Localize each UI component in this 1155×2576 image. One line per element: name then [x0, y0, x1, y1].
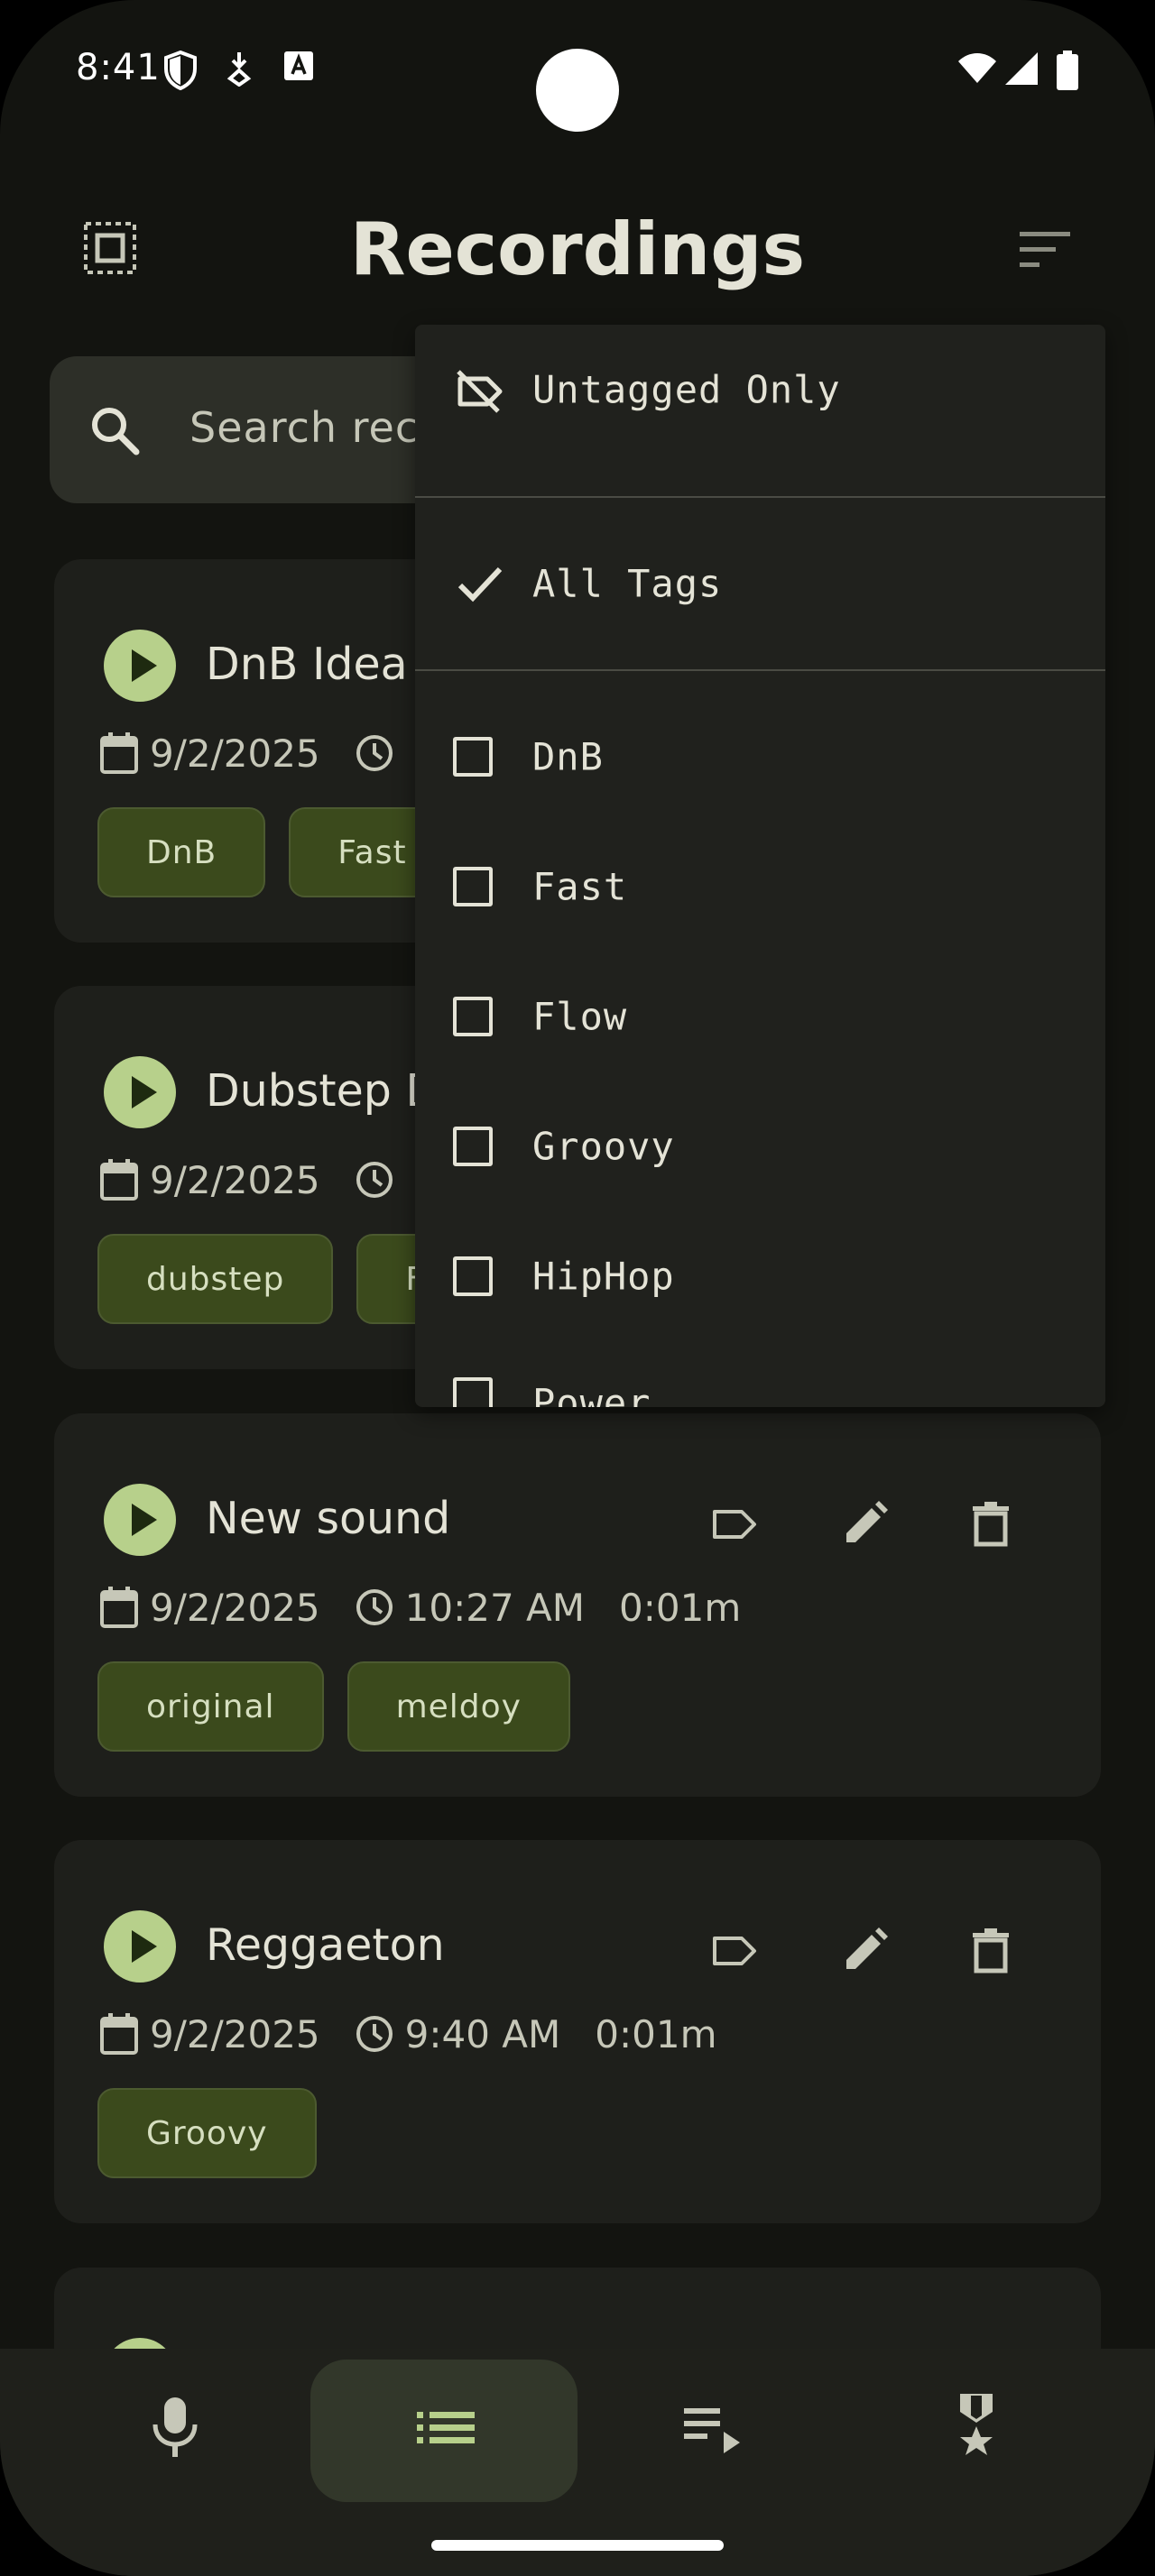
military-medal-icon	[960, 2394, 993, 2455]
tag-chip[interactable]: meldoy	[346, 1661, 570, 1752]
menu-item-label: Power	[532, 1381, 651, 1407]
clock-icon	[356, 1162, 393, 1198]
play-button[interactable]	[104, 630, 176, 702]
search-icon	[92, 408, 140, 455]
camera-cutout	[536, 49, 619, 132]
menu-item-label: Flow	[532, 994, 628, 1039]
recording-date: 9/2/2025	[150, 1585, 320, 1630]
edit-icon[interactable]	[839, 1926, 890, 1976]
recording-meta: 9/2/2025	[99, 726, 405, 780]
calendar-icon	[100, 2013, 138, 2055]
recording-card[interactable]: Reggaeton 9/2/2025 9:40 AM 0:01m Groovy	[54, 1840, 1101, 2223]
checkbox[interactable]	[453, 867, 493, 906]
nav-record[interactable]	[43, 2349, 310, 2493]
wifi-icon	[958, 53, 996, 83]
menu-item-label: Fast	[532, 864, 628, 909]
recording-duration: 0:01m	[595, 2011, 717, 2056]
tag-chip[interactable]: DnB	[97, 807, 266, 897]
phone-screen: 8:41 Recordings Search recordings DnB Id…	[0, 0, 1155, 2576]
status-time: 8:41	[76, 47, 161, 88]
menu-item-label: Untagged Only	[532, 367, 841, 412]
menu-item-tag[interactable]: Flow	[415, 952, 1105, 1081]
microphone-icon	[152, 2397, 198, 2457]
menu-item-tag[interactable]: DnB	[415, 692, 1105, 822]
signal-icon	[1005, 52, 1038, 85]
home-indicator	[431, 2540, 724, 2551]
clock-icon	[356, 735, 393, 771]
nav-achievements[interactable]	[845, 2349, 1112, 2493]
calendar-icon	[100, 1587, 138, 1628]
nav-playlists[interactable]	[578, 2349, 845, 2493]
tag-list: DnB Fast	[97, 807, 456, 897]
recording-time: 10:27 AM	[404, 1585, 585, 1630]
tag-chip[interactable]: original	[97, 1661, 324, 1752]
checkbox[interactable]	[453, 1127, 493, 1166]
menu-item-label: HipHop	[532, 1254, 675, 1299]
clock-icon	[356, 2016, 393, 2052]
clock-icon	[356, 1589, 393, 1625]
tag-icon[interactable]	[709, 1499, 760, 1550]
sort-filter-icon[interactable]	[1018, 230, 1072, 270]
recording-meta: 9/2/2025 9:40 AM 0:01m	[99, 2007, 717, 2061]
list-icon	[417, 2412, 475, 2443]
playlist-play-icon	[684, 2408, 740, 2453]
play-button[interactable]	[104, 1056, 176, 1128]
menu-item-tag[interactable]: Groovy	[415, 1081, 1105, 1211]
calendar-icon	[100, 732, 138, 774]
play-button[interactable]	[104, 1484, 176, 1556]
tag-list: original meldoy	[97, 1661, 570, 1752]
tag-icon[interactable]	[709, 1926, 760, 1976]
tag-off-icon	[457, 370, 503, 413]
calendar-icon	[100, 1159, 138, 1201]
menu-item-tag[interactable]: Power	[415, 1341, 1105, 1407]
menu-item-label: Groovy	[532, 1124, 675, 1169]
menu-item-label: All Tags	[532, 561, 723, 606]
recording-title: Dubstep D	[206, 1065, 440, 1117]
recording-title: DnB Idea	[206, 639, 408, 690]
delete-icon[interactable]	[966, 1926, 1016, 1976]
menu-item-tag[interactable]: Fast	[415, 822, 1105, 952]
recording-date: 9/2/2025	[150, 2011, 320, 2056]
menu-divider	[415, 669, 1105, 671]
status-bar: 8:41	[0, 0, 1155, 144]
checkbox[interactable]	[453, 1256, 493, 1296]
delete-icon[interactable]	[966, 1499, 1016, 1550]
page-title: Recordings	[349, 207, 806, 291]
menu-item-all-tags[interactable]: All Tags	[415, 519, 1105, 649]
tag-filter-menu: Untagged Only All Tags DnB Fast Flow Gro…	[415, 325, 1105, 1407]
recording-time: 9:40 AM	[404, 2011, 561, 2056]
menu-item-untagged-only[interactable]: Untagged Only	[415, 325, 1105, 455]
recording-title: New sound	[206, 1493, 451, 1544]
tag-chip[interactable]: Groovy	[97, 2088, 317, 2178]
recording-duration: 0:01m	[619, 1585, 742, 1630]
download-status-icon	[226, 52, 252, 87]
tag-list: Groovy	[97, 2088, 317, 2178]
check-icon	[457, 566, 503, 603]
menu-item-label: DnB	[532, 734, 604, 779]
edit-icon[interactable]	[839, 1499, 890, 1550]
checkbox[interactable]	[453, 737, 493, 777]
checkbox[interactable]	[453, 997, 493, 1036]
recording-card[interactable]: New sound 9/2/2025 10:27 AM 0:01m origin…	[54, 1413, 1101, 1797]
recording-meta: 9/2/2025	[99, 1153, 405, 1207]
recording-date: 9/2/2025	[150, 1157, 320, 1202]
recording-meta: 9/2/2025 10:27 AM 0:01m	[99, 1580, 741, 1634]
font-icon	[284, 51, 313, 80]
tag-chip[interactable]: dubstep	[97, 1234, 334, 1324]
recording-title: Reggaeton	[206, 1919, 445, 1971]
menu-divider	[415, 496, 1105, 498]
recording-date: 9/2/2025	[150, 731, 320, 776]
shield-icon	[164, 51, 197, 90]
checkbox[interactable]	[453, 1377, 493, 1407]
play-button[interactable]	[104, 1910, 176, 1983]
nav-recordings[interactable]	[310, 2349, 578, 2502]
battery-icon	[1057, 51, 1078, 90]
menu-item-tag[interactable]: HipHop	[415, 1211, 1105, 1341]
